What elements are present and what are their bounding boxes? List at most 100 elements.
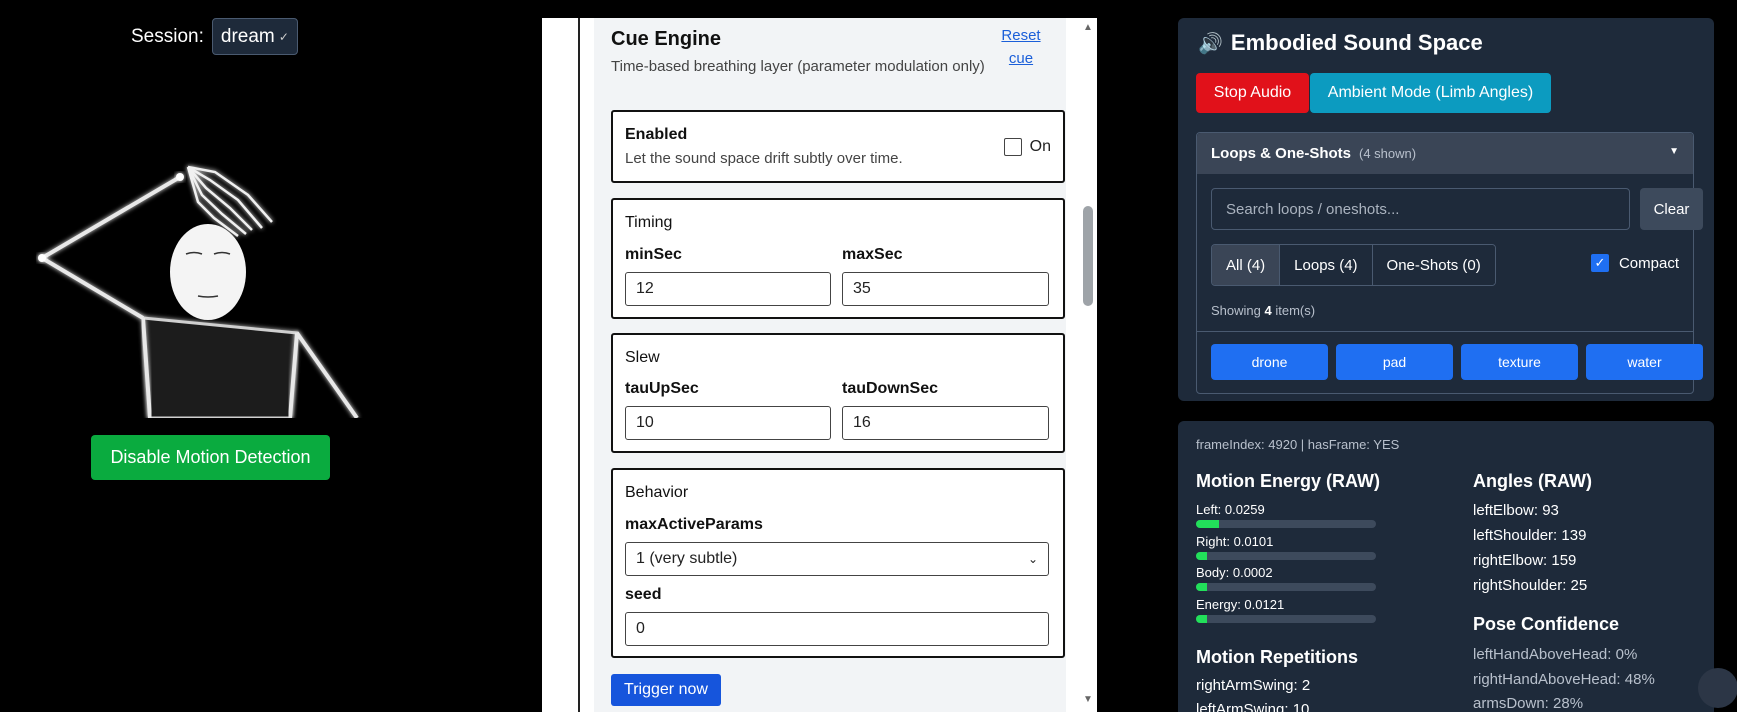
torso-shape — [141, 316, 299, 418]
tau-up-sec-input[interactable]: 10 — [625, 406, 831, 440]
tau-down-sec-label: tauDownSec — [842, 380, 939, 397]
body-energy-label: Body: 0.0002 — [1196, 565, 1273, 580]
speaker-icon: 🔊 — [1198, 32, 1223, 55]
ambient-mode-button[interactable]: Ambient Mode (Limb Angles) — [1310, 73, 1551, 113]
max-active-params-value: 1 (very subtle) — [636, 550, 738, 567]
loop-item-pad[interactable]: pad — [1336, 344, 1453, 380]
loop-item-texture[interactable]: texture — [1461, 344, 1578, 380]
tau-down-sec-input[interactable]: 16 — [842, 406, 1049, 440]
stats-card: frameIndex: 4920 | hasFrame: YES Motion … — [1178, 421, 1714, 712]
loops-panel: Loops & One-Shots (4 shown) ▼ Search loo… — [1196, 132, 1703, 394]
floating-action-button[interactable] — [1698, 668, 1737, 708]
loop-item-drone[interactable]: drone — [1211, 344, 1328, 380]
right-hand-above-head: rightHandAboveHead: 48% — [1473, 671, 1655, 688]
sound-space-header: 🔊 Embodied Sound Space — [1198, 30, 1483, 56]
left-hand-above-head: leftHandAboveHead: 0% — [1473, 646, 1638, 663]
right-arm — [295, 331, 359, 418]
left-shoulder-angle: leftShoulder: 139 — [1473, 527, 1587, 544]
enabled-checkbox[interactable] — [1003, 138, 1022, 156]
total-energy-bar — [1196, 615, 1376, 623]
face-mask — [170, 224, 246, 320]
cue-engine-title: Cue Engine — [611, 28, 722, 50]
max-active-params-label: maxActiveParams — [625, 516, 763, 533]
pose-confidence-title: Pose Confidence — [1473, 614, 1620, 634]
reset-cue-link[interactable]: Reset cue — [996, 24, 1046, 70]
scroll-up-icon[interactable]: ▲ — [1083, 22, 1093, 33]
behavior-section: Behavior maxActiveParams 1 (very subtle)… — [611, 468, 1065, 658]
enabled-description: Let the sound space drift subtly over ti… — [625, 150, 903, 167]
skeleton-visualization — [38, 165, 359, 418]
cue-engine-subtitle: Time-based breathing layer (parameter mo… — [611, 58, 985, 75]
enabled-toggle[interactable]: On — [1003, 138, 1051, 156]
tau-up-sec-label: tauUpSec — [625, 380, 699, 397]
divider — [1197, 331, 1693, 332]
filter-all[interactable]: All (4) — [1212, 245, 1281, 285]
showing-suffix: item(s) — [1275, 303, 1316, 318]
clear-search-button[interactable]: Clear — [1640, 188, 1703, 230]
left-energy-label: Left: 0.0259 — [1196, 502, 1265, 517]
enabled-checkbox-label: On — [1029, 138, 1051, 155]
total-energy-label: Energy: 0.0121 — [1196, 597, 1285, 612]
session-label: Session: — [131, 25, 204, 47]
left-elbow-angle: leftElbow: 93 — [1473, 502, 1559, 519]
sound-space-title: Embodied Sound Space — [1230, 30, 1483, 55]
filter-one-shots[interactable]: One-Shots (0) — [1372, 245, 1495, 285]
motion-view-panel: Session: dream ✓ Disable Motion Detectio… — [0, 0, 540, 712]
compact-label: Compact — [1618, 254, 1679, 272]
total-energy-fill — [1196, 615, 1207, 623]
enabled-section: Enabled Let the sound space drift subtly… — [611, 110, 1065, 183]
enabled-title: Enabled — [625, 126, 688, 143]
session-value: dream — [220, 25, 275, 47]
scroll-down-icon[interactable]: ▼ — [1083, 694, 1093, 705]
filter-loops[interactable]: Loops (4) — [1280, 245, 1373, 285]
showing-prefix: Showing — [1211, 303, 1261, 318]
frame-info: frameIndex: 4920 | hasFrame: YES — [1196, 437, 1400, 452]
angles-title: Angles (RAW) — [1473, 471, 1592, 491]
stop-audio-button[interactable]: Stop Audio — [1196, 73, 1309, 113]
showing-number: 4 — [1264, 303, 1272, 318]
motion-energy-title: Motion Energy (RAW) — [1196, 471, 1380, 491]
compact-checkbox[interactable]: ✓ — [1590, 254, 1609, 272]
loops-search-input[interactable]: Search loops / oneshots... — [1211, 188, 1630, 230]
body-energy-fill — [1196, 583, 1207, 591]
right-arm-swing: rightArmSwing: 2 — [1196, 677, 1311, 694]
caret-down-icon: ▼ — [1669, 146, 1679, 157]
motion-repetitions-title: Motion Repetitions — [1196, 647, 1358, 667]
sound-space-card: 🔊 Embodied Sound Space Stop Audio Ambien… — [1178, 18, 1714, 401]
timing-section: Timing minSec 12 maxSec 35 — [611, 198, 1065, 319]
left-energy-fill — [1196, 520, 1220, 528]
trigger-now-button[interactable]: Trigger now — [611, 674, 721, 706]
max-sec-label: maxSec — [842, 246, 903, 263]
behavior-title: Behavior — [625, 484, 689, 501]
loops-filter-tabs: All (4) Loops (4) One-Shots (0) — [1211, 244, 1496, 286]
scroll-thumb[interactable] — [1083, 206, 1093, 306]
min-sec-input[interactable]: 12 — [625, 272, 831, 306]
max-sec-input[interactable]: 35 — [842, 272, 1049, 306]
max-active-params-select[interactable]: 1 (very subtle) ⌄ — [625, 542, 1049, 576]
min-sec-label: minSec — [625, 246, 682, 263]
left-arm-swing: leftArmSwing: 10 — [1196, 701, 1310, 712]
slew-section: Slew tauUpSec 10 tauDownSec 16 — [611, 333, 1065, 453]
loop-items: drone pad texture water — [1211, 344, 1703, 380]
arms-down: armsDown: 28% — [1473, 695, 1584, 712]
disable-motion-detection-button[interactable]: Disable Motion Detection — [91, 435, 330, 480]
showing-count: Showing 4 item(s) — [1211, 303, 1315, 318]
chevron-down-icon: ⌄ — [1027, 552, 1038, 566]
session-select[interactable]: dream ✓ — [211, 18, 298, 55]
left-arm — [38, 175, 182, 320]
loops-header-title: Loops & One-Shots — [1211, 145, 1351, 162]
right-energy-label: Right: 0.0101 — [1196, 534, 1274, 549]
right-elbow-angle: rightElbow: 159 — [1473, 552, 1577, 569]
right-energy-bar — [1196, 552, 1376, 560]
compact-toggle[interactable]: ✓ Compact — [1590, 254, 1679, 272]
seed-input[interactable]: 0 — [625, 612, 1049, 646]
loops-count: (4 shown) — [1359, 146, 1417, 161]
chevron-down-icon: ✓ — [278, 29, 289, 44]
left-energy-bar — [1196, 520, 1376, 528]
right-shoulder-angle: rightShoulder: 25 — [1473, 577, 1588, 594]
cue-engine-card: Cue Engine Time-based breathing layer (p… — [594, 18, 1066, 712]
slew-title: Slew — [625, 349, 660, 366]
loop-item-water[interactable]: water — [1586, 344, 1703, 380]
middle-scrollbar[interactable]: ▲ ▼ — [1079, 18, 1097, 712]
loops-header[interactable]: Loops & One-Shots (4 shown) ▼ — [1197, 133, 1693, 174]
